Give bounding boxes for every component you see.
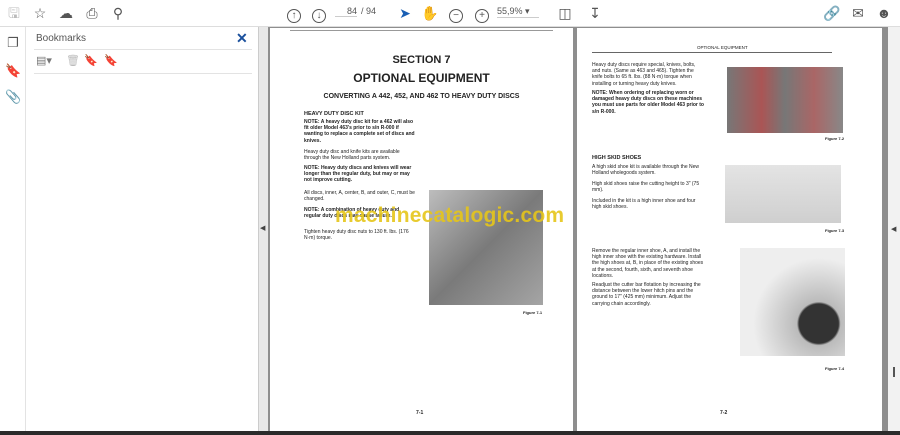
save-icon[interactable]: 🖫 bbox=[4, 4, 24, 22]
section-title: SECTION 7 bbox=[392, 54, 451, 66]
taskbar-strip bbox=[0, 431, 900, 435]
figure-caption: Figure 7-2 bbox=[825, 136, 845, 141]
attachment-icon[interactable]: 📎 bbox=[5, 89, 21, 105]
paragraph: Heavy duty discs require special, knives… bbox=[592, 62, 696, 87]
page-number-input[interactable]: 84 / 94 bbox=[335, 6, 376, 17]
figure-7-4-photo bbox=[740, 248, 845, 356]
zoom-out-icon[interactable]: − bbox=[446, 4, 466, 23]
page-7-2: OPTIONAL EQUIPMENT Heavy duty discs requ… bbox=[577, 28, 882, 431]
fit-page-icon[interactable]: ◫ bbox=[555, 4, 575, 22]
paragraph: All discs, inner, A, center, B, and oute… bbox=[304, 190, 415, 203]
note: NOTE: When ordering of replacing worn or… bbox=[592, 90, 704, 115]
bookmarks-panel: Bookmarks ✕ ▤▾ 🗑 🔖 🔖 bbox=[26, 27, 258, 431]
running-header: OPTIONAL EQUIPMENT bbox=[697, 45, 748, 50]
star-icon[interactable]: ☆ bbox=[30, 4, 50, 22]
figure-caption: Figure 7-3 bbox=[825, 228, 845, 233]
paragraph: High skid shoes raise the cutting height… bbox=[592, 181, 700, 194]
heading: HIGH SKID SHOES bbox=[592, 155, 642, 161]
figure-7-2-photo bbox=[727, 67, 843, 133]
paragraph: Remove the regular inner shoe, A, and in… bbox=[592, 248, 704, 279]
note: NOTE: A heavy duty disc kit for a 462 wi… bbox=[304, 119, 415, 144]
note: NOTE: Heavy duty discs and knives will w… bbox=[304, 165, 412, 184]
scroll-mode-icon[interactable]: ↧ bbox=[585, 4, 605, 22]
paragraph: Readjust the cutter bar flotation by inc… bbox=[592, 282, 701, 307]
page-title: OPTIONAL EQUIPMENT bbox=[353, 71, 490, 85]
zoom-in-icon[interactable]: + bbox=[472, 4, 492, 23]
add-bookmark-icon[interactable]: 🔖 bbox=[84, 54, 98, 67]
account-icon[interactable]: ☻ bbox=[874, 4, 894, 22]
expand-arrow-icon[interactable]: ◀ bbox=[891, 225, 896, 233]
watermark: machinecatalogic.com bbox=[335, 204, 565, 227]
pages-icon[interactable]: ❐ bbox=[5, 35, 21, 51]
paragraph: Included in the kit is a high inner shoe… bbox=[592, 198, 696, 211]
page-down-icon[interactable]: ↓ bbox=[309, 4, 329, 23]
document-view: SECTION 7 OPTIONAL EQUIPMENT CONVERTING … bbox=[268, 27, 888, 431]
toolbar: 🖫 ☆ ☁ ⎙ ⚲ ↑ ↓ 84 / 94 ➤ ✋ − + 55,9% ▾ ◫ ↧… bbox=[0, 0, 900, 27]
zoom-value: 55,9% bbox=[497, 6, 523, 16]
bookmarks-title: Bookmarks bbox=[36, 33, 87, 44]
share-link-icon[interactable]: 🔗 bbox=[822, 4, 842, 22]
delete-icon[interactable]: 🗑 bbox=[66, 54, 80, 67]
divider bbox=[34, 73, 252, 74]
current-page[interactable]: 84 bbox=[335, 6, 357, 17]
options-menu-icon[interactable]: ▤▾ bbox=[36, 54, 52, 67]
paragraph: A high skid shoe kit is available throug… bbox=[592, 164, 700, 177]
zoom-search-icon[interactable]: ⚲ bbox=[108, 4, 128, 22]
left-rail: ❐ 🔖 📎 bbox=[0, 27, 26, 435]
collapse-arrow-icon[interactable]: ◀ bbox=[260, 224, 265, 232]
hand-icon[interactable]: ✋ bbox=[420, 4, 440, 22]
page-up-icon[interactable]: ↑ bbox=[284, 4, 304, 23]
figure-7-3-photo bbox=[725, 165, 841, 223]
divider bbox=[34, 49, 252, 50]
figure-caption: Figure 7-4 bbox=[825, 366, 845, 371]
page-number: 7-2 bbox=[720, 410, 728, 416]
vertical-scrollbar[interactable]: ◀ bbox=[888, 27, 900, 431]
paragraph: Tighten heavy duty disc nuts to 130 ft. … bbox=[304, 229, 409, 242]
subtitle: CONVERTING A 442, 452, AND 462 TO HEAVY … bbox=[323, 93, 520, 100]
page-number: 7-1 bbox=[416, 410, 424, 416]
paragraph: Heavy duty disc and knife kits are avail… bbox=[304, 149, 400, 162]
total-pages: / 94 bbox=[361, 6, 377, 16]
bookmark-icon[interactable]: 🔖 bbox=[5, 63, 21, 79]
select-arrow-icon[interactable]: ➤ bbox=[395, 4, 415, 22]
scroll-thumb[interactable] bbox=[893, 367, 895, 377]
mail-icon[interactable]: ✉ bbox=[848, 4, 868, 22]
page-7-1: SECTION 7 OPTIONAL EQUIPMENT CONVERTING … bbox=[270, 28, 573, 431]
figure-caption: Figure 7-1 bbox=[523, 310, 543, 315]
zoom-select[interactable]: 55,9% ▾ bbox=[497, 6, 539, 18]
bookmark-properties-icon[interactable]: 🔖 bbox=[104, 54, 118, 67]
panel-splitter[interactable]: ◀ bbox=[258, 27, 268, 431]
close-icon[interactable]: ✕ bbox=[236, 30, 248, 47]
print-icon[interactable]: ⎙ bbox=[82, 4, 102, 22]
heading: HEAVY DUTY DISC KIT bbox=[304, 111, 364, 117]
cloud-upload-icon[interactable]: ☁ bbox=[56, 4, 76, 22]
